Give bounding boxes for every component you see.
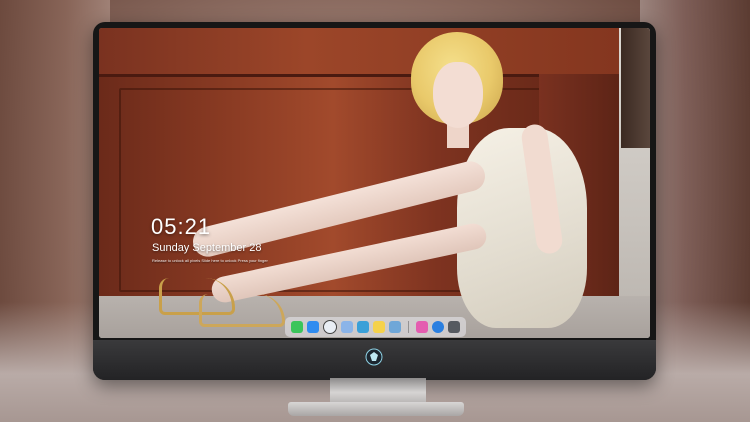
monitor: 05:21 Sunday September 28 Release to unl… xyxy=(93,22,656,380)
video-icon[interactable] xyxy=(357,321,369,333)
unlock-hint: Release to unlock all pixels Slide here … xyxy=(152,258,268,263)
lock-clock: 05:21 xyxy=(151,214,212,239)
messages-icon[interactable] xyxy=(291,321,303,333)
monitor-stand-base xyxy=(288,402,464,416)
finder-icon[interactable] xyxy=(307,321,319,333)
photos-icon[interactable] xyxy=(341,321,353,333)
display-icon[interactable] xyxy=(448,321,460,333)
notes-icon[interactable] xyxy=(373,321,385,333)
monitor-chin xyxy=(93,340,656,380)
lock-date: Sunday September 28 xyxy=(152,242,262,254)
itunes-icon[interactable] xyxy=(416,321,428,333)
wallpaper-post xyxy=(621,28,650,148)
dock xyxy=(285,317,466,337)
brand-logo-icon xyxy=(365,348,383,366)
wallpaper-shoe xyxy=(199,294,285,327)
appstore-icon[interactable] xyxy=(432,321,444,333)
monitor-stand-neck xyxy=(330,378,426,404)
preview-icon[interactable] xyxy=(389,321,401,333)
dock-separator xyxy=(408,321,409,333)
safari-icon[interactable] xyxy=(323,320,337,334)
cabinet-top xyxy=(99,28,619,77)
lock-screen[interactable]: 05:21 Sunday September 28 Release to unl… xyxy=(99,28,650,338)
wallpaper-person-face xyxy=(433,62,483,128)
